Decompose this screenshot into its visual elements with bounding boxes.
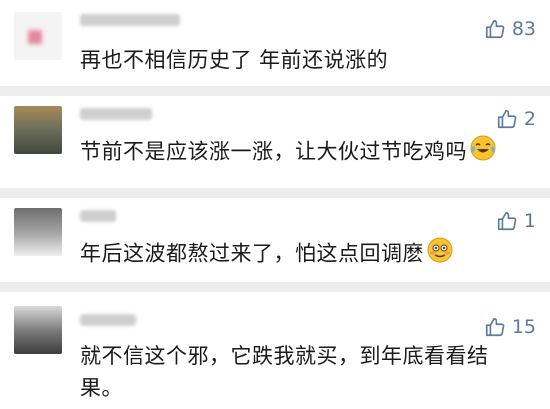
comment-text: 年后这波都熬过来了，怕这点回调麽 [80,236,530,273]
nickname-blurred[interactable] [80,108,152,120]
comment-card: 2 节前不是应该涨一涨，让大伙过节吃鸡吗 [0,96,550,188]
comment-card: 1 年后这波都熬过来了，怕这点回调麽 [0,198,550,282]
nervous-smile-emoji [426,236,454,273]
thumbs-up-icon [484,18,506,40]
comment-text: 再也不相信历史了 年前还说涨的 [80,48,389,72]
avatar[interactable] [14,208,62,256]
comment-text: 节前不是应该涨一涨，让大伙过节吃鸡吗 [80,134,530,171]
like-count: 1 [523,210,536,232]
thumbs-up-icon [496,108,518,130]
comment-card: 83 再也不相信历史了 年前还说涨的 [0,0,550,86]
avatar[interactable] [14,12,62,60]
comment-card: 15 就不信这个邪，它跌我就买，到年底看看结果。 [0,292,550,409]
thumbs-up-icon [496,210,518,232]
nickname-blurred[interactable] [80,314,136,326]
like-count: 15 [511,316,536,338]
like-button[interactable]: 1 [496,210,536,232]
nickname-blurred[interactable] [80,14,180,26]
crying-laughing-emoji [469,134,497,171]
like-button[interactable]: 83 [484,18,536,40]
comment-text: 就不信这个邪，它跌我就买，到年底看看结果。 [80,344,489,400]
like-button[interactable]: 2 [496,108,536,130]
avatar[interactable] [14,306,62,354]
avatar[interactable] [14,106,62,154]
like-count: 2 [523,108,536,130]
like-count: 83 [511,18,536,40]
nickname-blurred[interactable] [80,210,116,222]
like-button[interactable]: 15 [484,316,536,338]
thumbs-up-icon [484,316,506,338]
